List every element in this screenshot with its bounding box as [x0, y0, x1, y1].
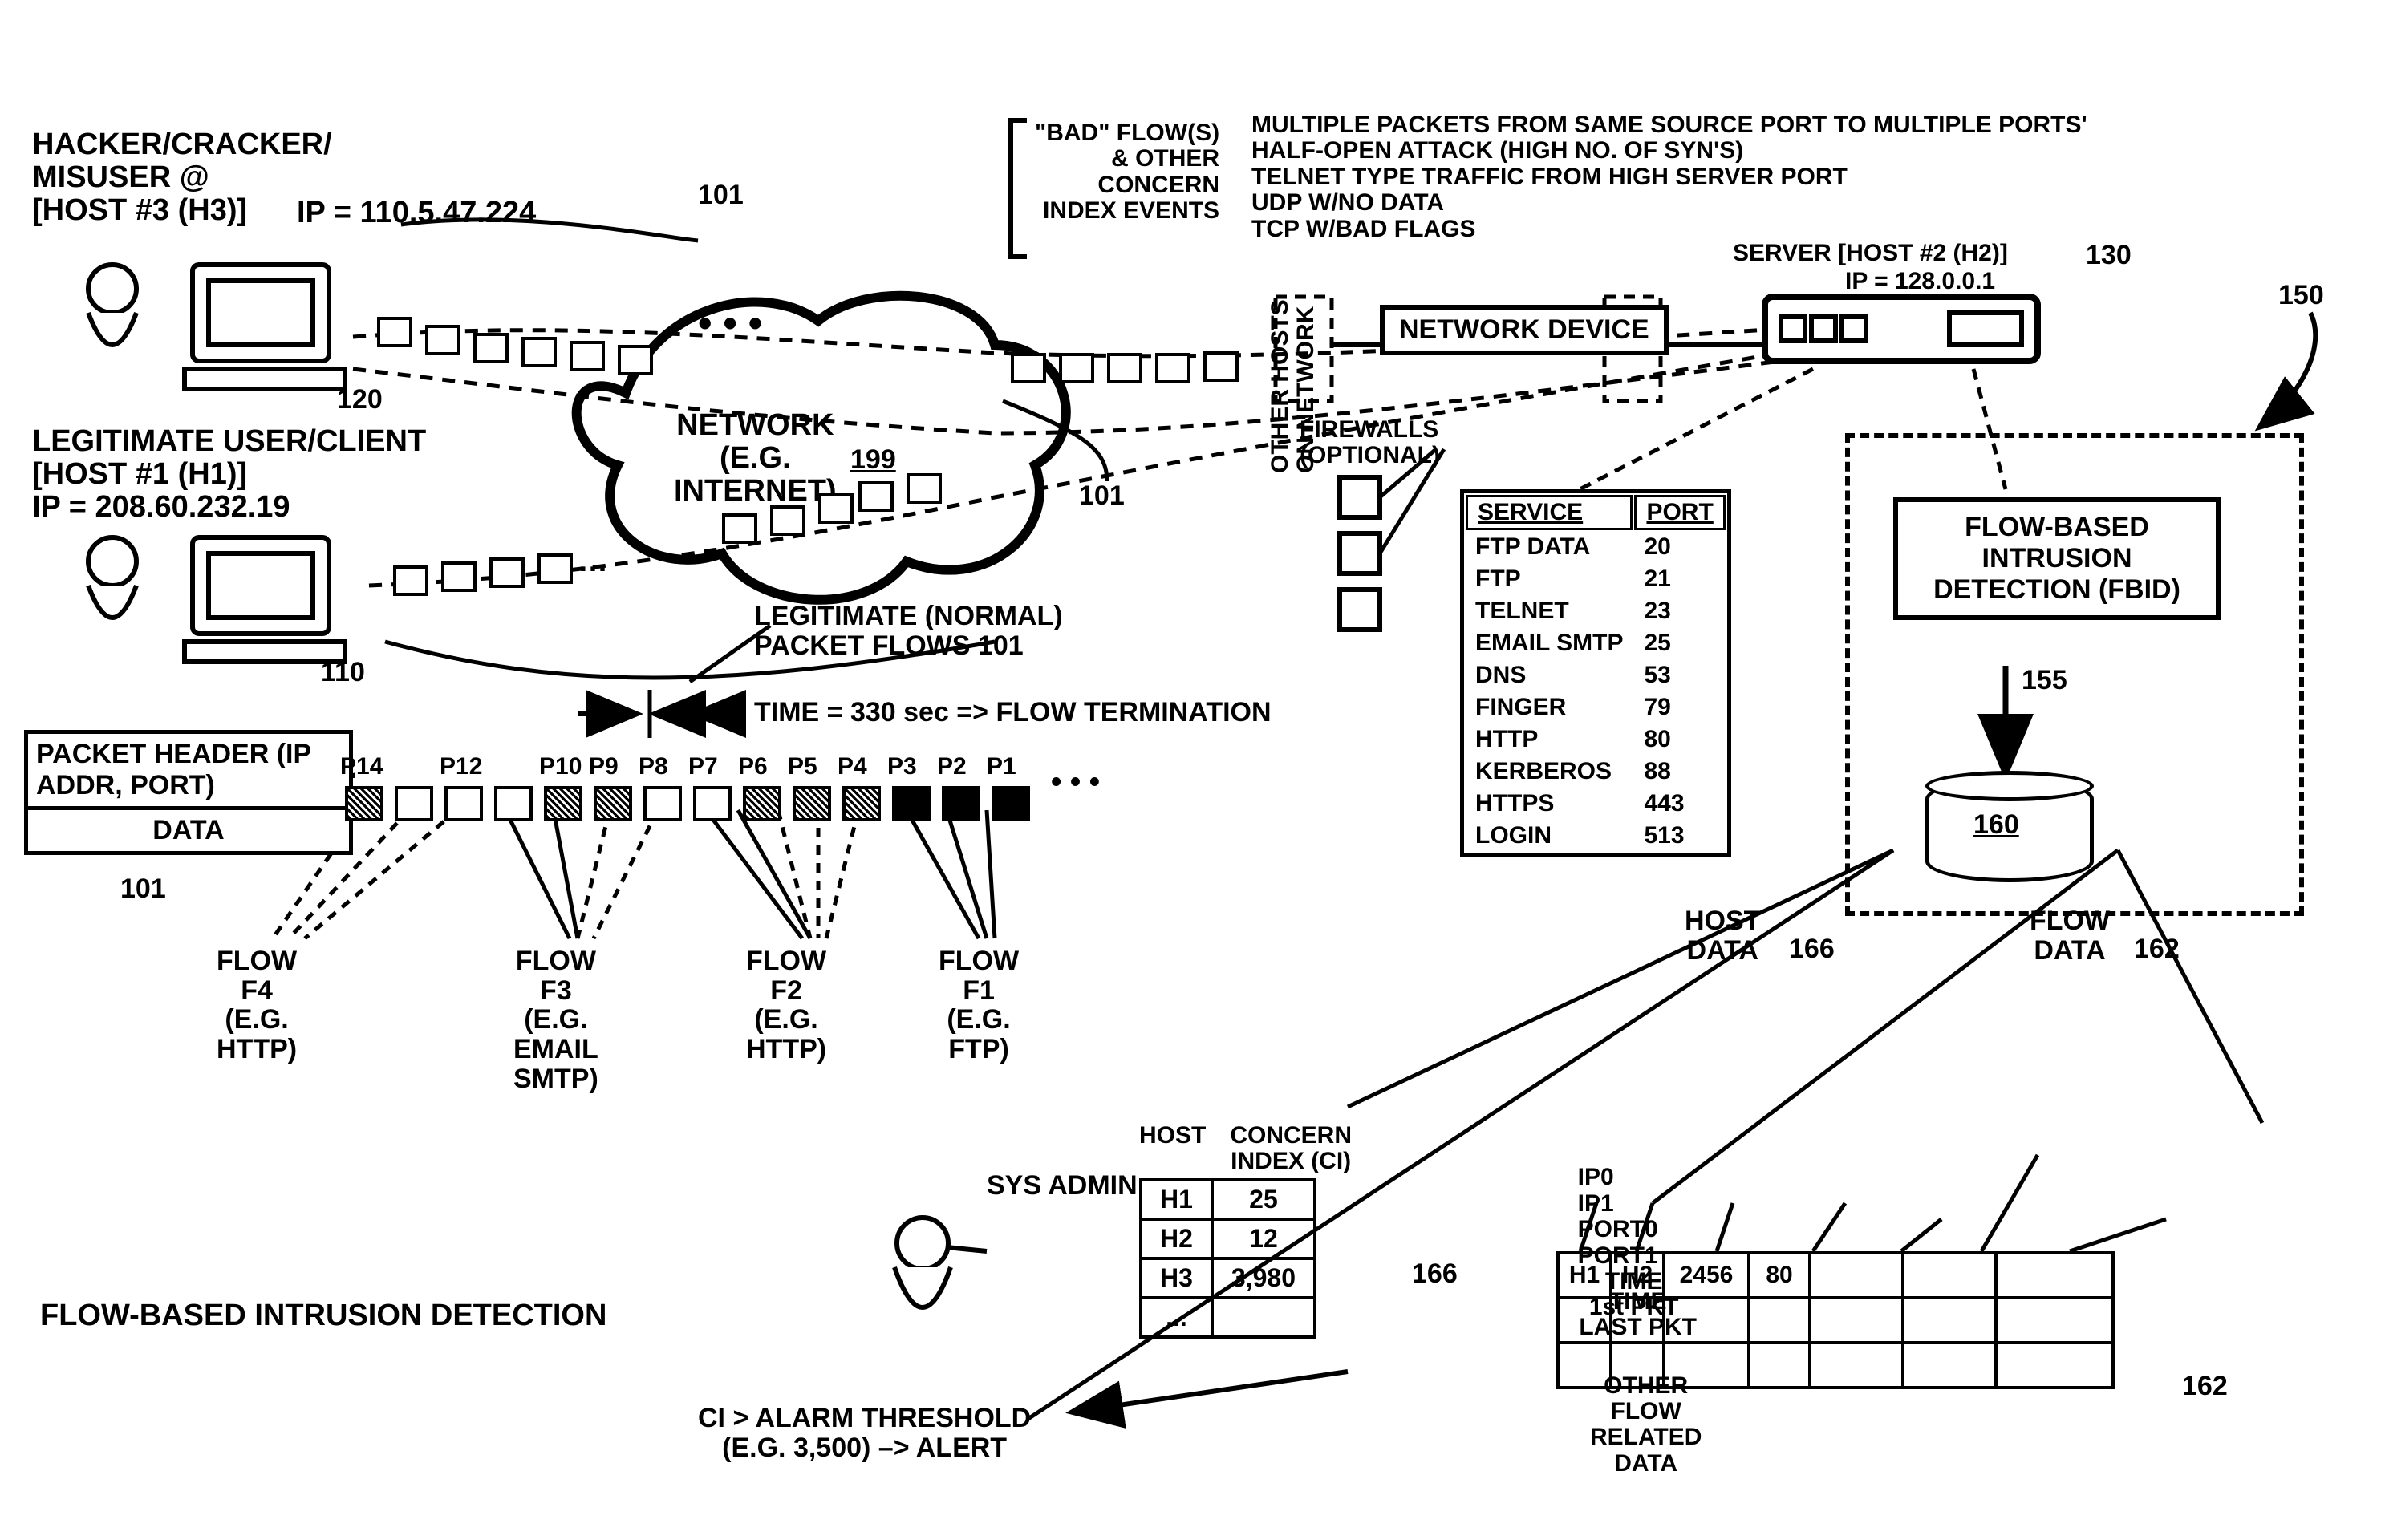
flow-f4-label: FLOW F4 (E.G. HTTP) [217, 946, 297, 1064]
server-label: SERVER [HOST #2 (H2)] [1733, 241, 2008, 266]
bad-flows-list: MULTIPLE PACKETS FROM SAME SOURCE PORT T… [1251, 112, 2087, 242]
flow-table-ref: 162 [2182, 1372, 2228, 1401]
host-ci-h1: CONCERN INDEX (CI) [1230, 1123, 1352, 1175]
svg-text:• • •: • • • [698, 301, 762, 346]
hacker-ip: IP = 110.5.47.224 [297, 197, 536, 229]
packet-ref-2: 101 [1079, 481, 1125, 511]
hacker-ref: 120 [337, 385, 383, 415]
server-ip: IP = 128.0.0.1 [1845, 269, 1995, 294]
db-ref: 160 [1973, 810, 2019, 840]
server-ref: 130 [2086, 241, 2132, 270]
flow-f1-label: FLOW F1 (E.G. FTP) [939, 946, 1019, 1064]
host-ci-h0: HOST [1139, 1123, 1206, 1175]
host-data-label: HOST DATA [1685, 906, 1760, 965]
legit-ref: 110 [321, 658, 365, 687]
legit-flow-label: LEGITIMATE (NORMAL) PACKET FLOWS 101 [754, 602, 1063, 660]
network-ref: 199 [850, 445, 896, 475]
diagram-title: FLOW-BASED INTRUSION DETECTION [40, 1299, 606, 1332]
flow-f3-label: FLOW F3 (E.G. EMAIL SMTP) [513, 946, 598, 1094]
host-data-ref: 166 [1789, 934, 1835, 964]
other-hosts-label: OTHER HOSTS ON NETWORK [1268, 299, 1320, 473]
flow-data-ref: 162 [2134, 934, 2180, 964]
sysadmin-label: SYS ADMIN [987, 1171, 1138, 1201]
firewall-label: FIREWALLS (OPTIONAL) [1300, 417, 1440, 469]
hacker-label: HACKER/CRACKER/ MISUSER @ [HOST #3 (H3)] [32, 128, 332, 227]
packet-header-ref: 101 [120, 874, 166, 904]
service-port-table: SERVICEPORTFTP DATA20FTP21TELNET23EMAIL … [1460, 489, 1731, 857]
packet-header-title: PACKET HEADER (IP ADDR, PORT) [28, 734, 349, 810]
fbid-box-ref: 150 [2278, 281, 2324, 310]
bad-flows-header: "BAD" FLOW(S) & OTHER CONCERN INDEX EVEN… [1035, 120, 1219, 225]
network-device-box: NETWORK DEVICE [1380, 305, 1669, 355]
host-table-ref: 166 [1412, 1259, 1458, 1289]
flow-term-label: TIME = 330 sec => FLOW TERMINATION [754, 698, 1272, 727]
flow-f2-label: FLOW F2 (E.G. HTTP) [746, 946, 826, 1064]
legit-label: LEGITIMATE USER/CLIENT [HOST #1 (H1)] IP… [32, 425, 426, 524]
packet-header-data: DATA [28, 810, 349, 851]
flow-data-label: FLOW DATA [2030, 906, 2110, 965]
alert-label: CI > ALARM THRESHOLD (E.G. 3,500) –> ALE… [698, 1404, 1031, 1462]
flow-hdr-row: IP0 IP1 PORT0 PORT1 TIME 1st PKT TIME LA… [1564, 1139, 1714, 1477]
packet-ref-1: 101 [698, 180, 744, 210]
fbid-box: FLOW-BASED INTRUSION DETECTION (FBID) [1893, 497, 2221, 620]
network-label: NETWORK (E.G. INTERNET) [674, 409, 837, 508]
host-ci-table: HOST CONCERN INDEX (CI) H125H212H33,980.… [1139, 1123, 1352, 1339]
packet-header-box: PACKET HEADER (IP ADDR, PORT) DATA [24, 730, 353, 855]
fbid-ref: 155 [2022, 666, 2067, 695]
